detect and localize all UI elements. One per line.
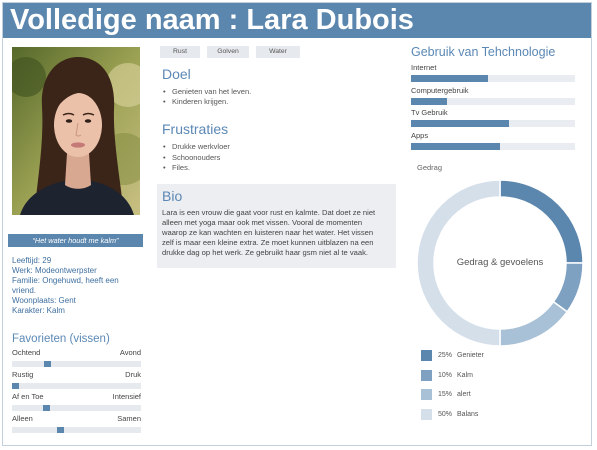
bio-panel: Bio Lara is een vrouw die gaat voor rust… [157,184,396,268]
tech-bar-fill [411,142,500,150]
donut-center-label: Gedrag & gevoelens [456,257,544,268]
bio-line: zelf is maar een kleine extra. Ze moet k… [162,238,374,247]
slider-track [12,383,141,389]
info-residence: Woonplaats: Gent [12,296,76,305]
doel-item: Genieten van het leven. [163,87,251,97]
legend-swatch [421,389,432,400]
legend-percent: 10% [438,372,453,379]
tech-bar-track [411,75,575,82]
tech-label: Tv Gebruik [411,108,448,117]
slider-track [12,361,141,367]
bio-text: Lara is een vrouw die gaat voor rust en … [162,208,375,258]
slider-right-label: Druk [125,370,141,379]
frustratie-item: Drukke werkvloer [163,142,230,153]
legend-percent: 25% [438,352,453,359]
legend-label: Genieter [457,352,484,359]
photo-neck [65,153,91,189]
tech-bar-track [411,97,575,105]
profile-info: Leeftijd: 29 Werk: Modeontwerpster Famil… [12,256,137,316]
slider-left-label: Ochtend [12,348,41,357]
slider-right-label: Samen [117,414,141,423]
legend-swatch [421,409,432,420]
bio-line: waarop ze kan wachten en luisteren naar … [162,228,374,237]
slider-right-label: Intensief [112,392,141,401]
legend-percent: 50% [438,411,453,418]
doel-list: Genieten van het leven. Kinderen krijgen… [163,87,251,107]
slider-track [12,405,141,411]
frustratie-item: Schoonouders [163,153,230,164]
slider-time-of-day: Ochtend Avond [12,348,141,370]
persona-quote: “Het water houdt me kalm” [8,234,143,247]
tag-rust: Rust [160,46,200,58]
info-age: Leeftijd: 29 [12,256,52,265]
doel-title: Doel [162,66,191,82]
frustraties-list: Drukke werkvloer Schoonouders Files. [163,142,230,174]
slider-left-label: Alleen [12,414,33,423]
slider-track [12,427,141,433]
legend-swatch [421,370,432,381]
doel-item: Kinderen krijgen. [163,97,251,107]
info-family: Familie: Ongehuwd, heeft een vriend. [12,276,119,295]
frustratie-item: Files. [163,163,230,174]
tech-bar-track [411,142,575,150]
slider-marker [57,427,65,433]
tag-water: Water [256,46,300,58]
tech-row-tv: Tv Gebruik [411,108,575,128]
tech-label: Internet [411,63,437,72]
slider-intensity: Af en Toe Intensief [12,392,141,414]
tech-bar-fill [411,120,510,127]
tech-row-computer: Computergebruik [411,86,575,106]
profile-photo-image [12,47,140,215]
tech-bar-fill [411,75,489,82]
donut-slice-genieter [499,179,584,264]
legend-item-kalm: 10% Kalm [421,370,473,381]
info-character: Karakter: Kalm [12,306,65,315]
legend-label: alert [457,391,471,398]
photo-eye [65,119,73,123]
legend-item-genieter: 25% Genieter [421,350,484,361]
legend-label: Balans [457,411,479,418]
legend-item-alert: 15% alert [421,389,471,400]
slider-left-label: Rustig [12,370,34,379]
bio-line: drukke dag op het werk. Ze gebruikt haar… [162,248,368,257]
bio-title: Bio [162,188,183,204]
tech-bar-fill [411,97,448,105]
tag-golven: Golven [207,46,249,58]
legend-item-balans: 50% Balans [421,409,478,420]
tech-row-apps: Apps [411,131,575,151]
technology-title: Gebruik van Tehchnologie [411,45,556,59]
bio-line: alleen met yoga maar ook met vissen. Voo… [162,218,363,227]
slider-company: Alleen Samen [12,414,141,436]
legend-label: Kalm [457,372,473,379]
photo-lips [71,142,85,148]
tech-bar-track [411,120,575,127]
chart-title: Gedrag [417,163,443,172]
header-bar: Volledige naam : Lara Dubois [3,3,591,38]
slider-marker [42,405,50,411]
slider-right-label: Avond [119,348,141,357]
slider-marker [43,361,51,367]
tech-label: Apps [411,130,429,140]
slider-busyness: Rustig Druk [12,370,141,392]
tech-label: Computergebruik [411,85,469,95]
photo-eye [84,119,92,123]
tech-row-internet: Internet [411,63,575,83]
donut-slice-alert [499,300,569,347]
frustraties-title: Frustraties [162,121,229,137]
slider-left-label: Af en Toe [12,392,44,401]
bio-line: Lara is een vrouw die gaat voor rust en … [162,208,376,217]
persona-title: Volledige naam : Lara Dubois [10,4,414,36]
legend-swatch [421,350,432,361]
favorites-title: Favorieten (vissen) [12,333,110,345]
legend-percent: 15% [438,391,453,398]
slider-marker [12,383,19,389]
info-work: Werk: Modeontwerpster [12,266,97,275]
profile-photo [12,47,140,215]
